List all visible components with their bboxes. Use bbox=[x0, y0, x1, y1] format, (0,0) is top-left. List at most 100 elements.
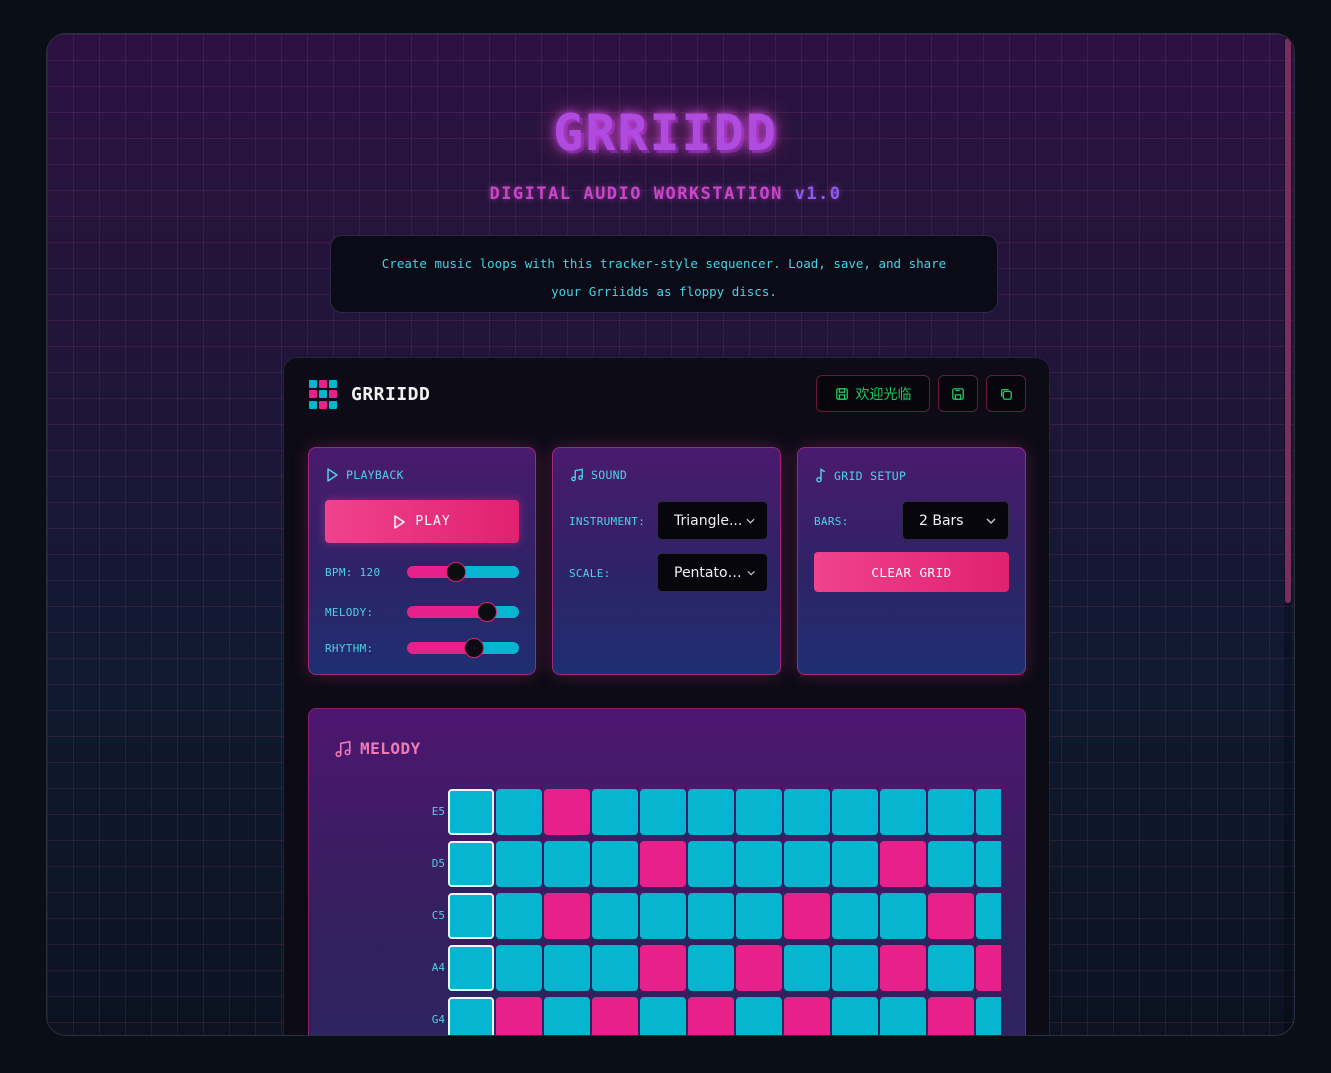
step-cell[interactable] bbox=[688, 841, 734, 887]
step-cell[interactable] bbox=[880, 789, 926, 835]
step-cell[interactable] bbox=[784, 841, 830, 887]
step-cell[interactable] bbox=[496, 945, 542, 991]
instrument-select[interactable]: Triangle... bbox=[657, 501, 768, 540]
step-cell[interactable] bbox=[928, 997, 974, 1035]
step-cell[interactable] bbox=[592, 841, 638, 887]
step-cell[interactable] bbox=[832, 893, 878, 939]
step-cell[interactable] bbox=[688, 945, 734, 991]
melody-row-a4: A4 bbox=[405, 944, 1001, 992]
load-button[interactable]: 欢迎光临 bbox=[816, 375, 930, 412]
scale-value: Pentatoni... bbox=[674, 564, 747, 581]
step-cell[interactable] bbox=[544, 841, 590, 887]
step-cell[interactable] bbox=[928, 945, 974, 991]
sound-heading-text: SOUND bbox=[591, 468, 628, 482]
step-cell[interactable] bbox=[832, 841, 878, 887]
grid-setup-heading: GRID SETUP bbox=[815, 468, 906, 483]
melody-slider-knob[interactable] bbox=[476, 602, 497, 622]
step-cell[interactable] bbox=[976, 997, 1001, 1035]
step-cell[interactable] bbox=[640, 945, 686, 991]
bpm-slider[interactable] bbox=[407, 562, 519, 582]
step-cell[interactable] bbox=[448, 997, 494, 1035]
play-button-label: PLAY bbox=[415, 514, 451, 529]
note-label: G4 bbox=[431, 1013, 445, 1026]
step-cell[interactable] bbox=[640, 789, 686, 835]
melody-panel: MELODY E5 D5 C5 A4 G4 bbox=[308, 708, 1026, 1035]
step-cell[interactable] bbox=[784, 945, 830, 991]
clear-grid-button[interactable]: CLEAR GRID bbox=[814, 552, 1009, 592]
step-cell[interactable] bbox=[784, 893, 830, 939]
step-cell[interactable] bbox=[736, 841, 782, 887]
step-cell[interactable] bbox=[928, 893, 974, 939]
scale-select[interactable]: Pentatoni... bbox=[657, 553, 768, 592]
step-cell[interactable] bbox=[640, 997, 686, 1035]
step-cell[interactable] bbox=[448, 945, 494, 991]
step-cell[interactable] bbox=[784, 789, 830, 835]
rhythm-slider-knob[interactable] bbox=[464, 638, 485, 658]
step-cell[interactable] bbox=[976, 893, 1001, 939]
step-cell[interactable] bbox=[736, 945, 782, 991]
step-cell[interactable] bbox=[544, 997, 590, 1035]
step-cell[interactable] bbox=[640, 893, 686, 939]
step-cell[interactable] bbox=[688, 997, 734, 1035]
play-icon bbox=[327, 468, 338, 482]
melody-volume-label: MELODY: bbox=[325, 606, 374, 619]
step-cell[interactable] bbox=[880, 945, 926, 991]
melody-volume-slider[interactable] bbox=[407, 602, 519, 622]
step-cell[interactable] bbox=[496, 789, 542, 835]
save-icon bbox=[952, 387, 964, 400]
step-cell[interactable] bbox=[544, 945, 590, 991]
play-button[interactable]: PLAY bbox=[325, 500, 519, 543]
step-cell[interactable] bbox=[928, 789, 974, 835]
step-cell[interactable] bbox=[976, 945, 1001, 991]
step-cell[interactable] bbox=[592, 789, 638, 835]
step-cell[interactable] bbox=[976, 789, 1001, 835]
step-cell[interactable] bbox=[832, 945, 878, 991]
step-cell[interactable] bbox=[496, 997, 542, 1035]
step-cell[interactable] bbox=[736, 997, 782, 1035]
rhythm-volume-label: RHYTHM: bbox=[325, 642, 374, 655]
step-cell[interactable] bbox=[448, 789, 494, 835]
step-cell[interactable] bbox=[496, 893, 542, 939]
rhythm-volume-slider[interactable] bbox=[407, 638, 519, 658]
step-cell[interactable] bbox=[448, 841, 494, 887]
sound-panel: SOUND INSTRUMENT: Triangle... SCALE: Pen… bbox=[552, 447, 781, 675]
copy-button[interactable] bbox=[986, 375, 1026, 412]
melody-row-d5: D5 bbox=[405, 840, 1001, 888]
load-button-label: 欢迎光临 bbox=[855, 386, 912, 403]
step-cell[interactable] bbox=[592, 997, 638, 1035]
scrollbar-thumb[interactable] bbox=[1285, 38, 1291, 603]
step-cell[interactable] bbox=[640, 841, 686, 887]
step-cell[interactable] bbox=[832, 789, 878, 835]
step-cell[interactable] bbox=[976, 841, 1001, 887]
step-cell[interactable] bbox=[880, 997, 926, 1035]
chevron-down-icon bbox=[747, 570, 755, 575]
step-cell[interactable] bbox=[544, 893, 590, 939]
version-text: v1.0 bbox=[794, 184, 842, 204]
bpm-slider-knob[interactable] bbox=[446, 562, 467, 582]
bars-select[interactable]: 2 Bars bbox=[902, 501, 1009, 540]
note-label: C5 bbox=[431, 909, 445, 922]
step-cell[interactable] bbox=[592, 945, 638, 991]
step-cell[interactable] bbox=[880, 841, 926, 887]
step-cell[interactable] bbox=[832, 997, 878, 1035]
step-cell[interactable] bbox=[880, 893, 926, 939]
step-cell[interactable] bbox=[448, 893, 494, 939]
step-cell[interactable] bbox=[736, 789, 782, 835]
step-cell[interactable] bbox=[592, 893, 638, 939]
step-cell[interactable] bbox=[688, 789, 734, 835]
save-button[interactable] bbox=[938, 375, 978, 412]
bpm-label: BPM: 120 bbox=[325, 566, 381, 579]
step-cell[interactable] bbox=[688, 893, 734, 939]
copy-icon bbox=[1000, 388, 1012, 400]
grid-logo-icon bbox=[309, 380, 338, 409]
step-cell[interactable] bbox=[784, 997, 830, 1035]
step-cell[interactable] bbox=[496, 841, 542, 887]
step-cell[interactable] bbox=[736, 893, 782, 939]
grid-setup-heading-text: GRID SETUP bbox=[834, 468, 907, 483]
step-cell[interactable] bbox=[544, 789, 590, 835]
step-cell[interactable] bbox=[928, 841, 974, 887]
melody-row-g4: G4 bbox=[405, 996, 1001, 1035]
scrollbar[interactable] bbox=[1284, 36, 1292, 1033]
melody-heading-text: MELODY bbox=[360, 739, 421, 758]
playback-heading: PLAYBACK bbox=[326, 468, 404, 482]
